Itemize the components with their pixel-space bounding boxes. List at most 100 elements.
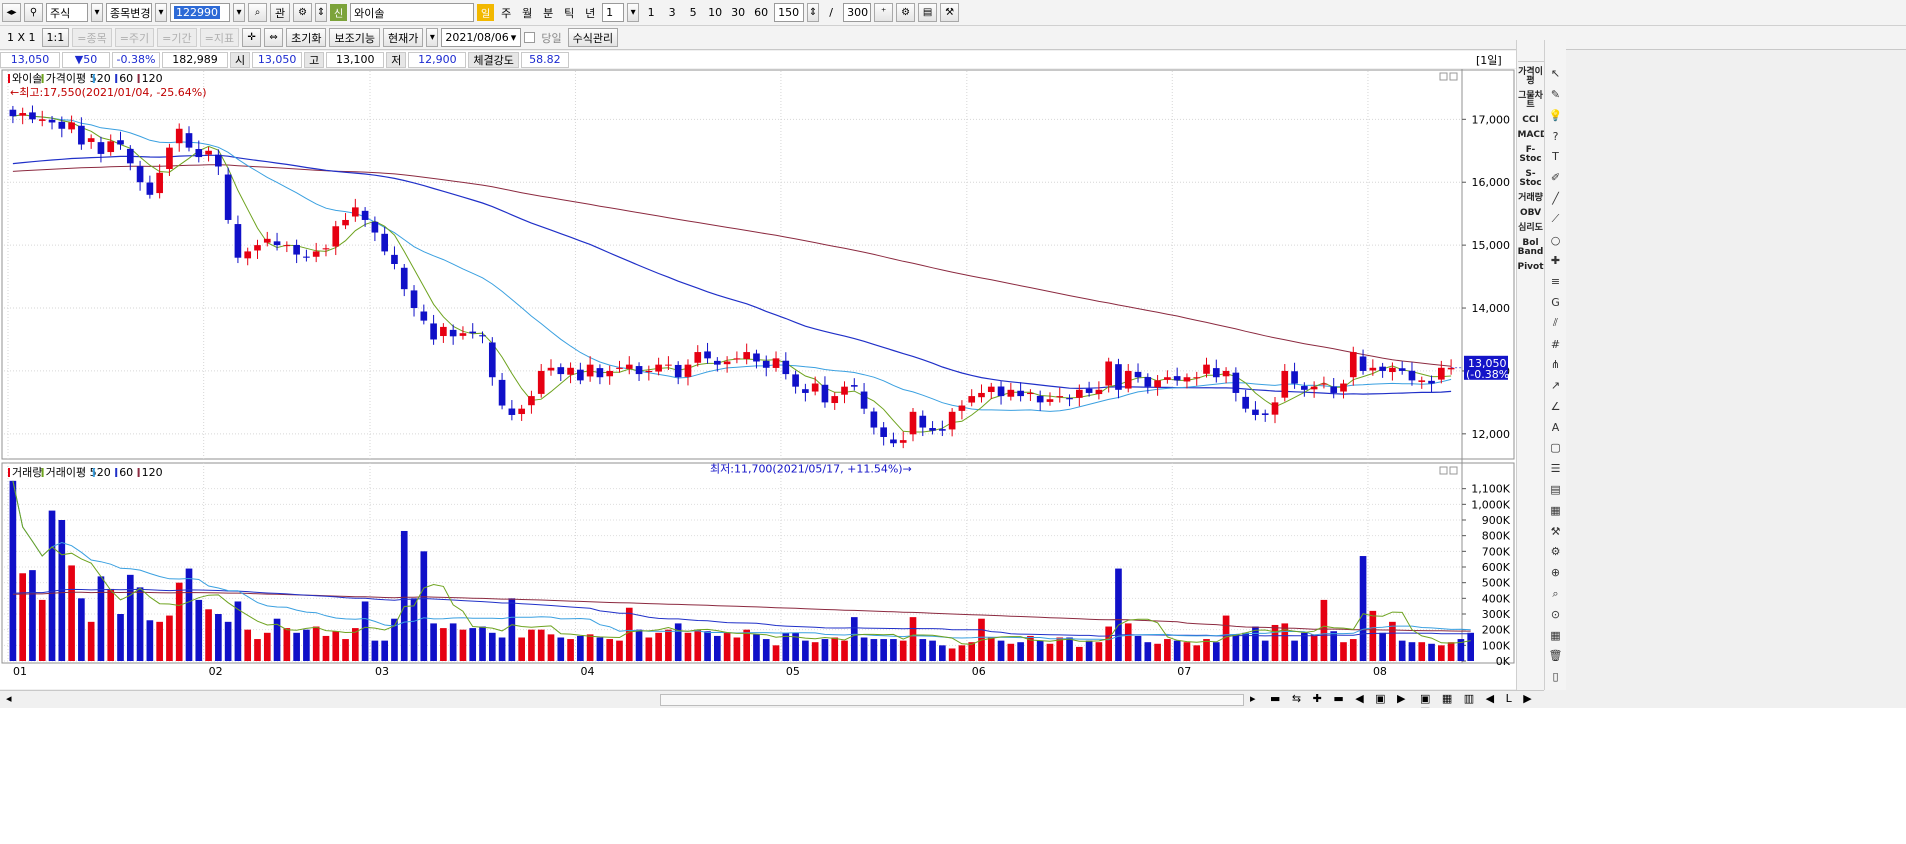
chevron-down-icon[interactable]: ▾ bbox=[426, 28, 439, 47]
fibo-icon[interactable]: ≡ bbox=[1548, 274, 1564, 289]
same-day-checkbox[interactable] bbox=[524, 32, 536, 43]
indicator-item[interactable]: MACD bbox=[1518, 131, 1548, 140]
indicator-item[interactable]: 거래량 bbox=[1518, 194, 1544, 203]
channel-icon[interactable]: ⫽ bbox=[1548, 316, 1564, 331]
sync-stock-button[interactable]: =종목 bbox=[72, 28, 112, 47]
gear-icon[interactable]: ⚙ bbox=[293, 3, 313, 22]
chevron-down-icon[interactable]: ▾ bbox=[627, 3, 640, 22]
crosshair-icon[interactable]: ✛ bbox=[242, 28, 262, 47]
code-input[interactable]: 122990 bbox=[170, 3, 230, 22]
minute-60[interactable]: 60 bbox=[751, 3, 771, 22]
volume-bar bbox=[997, 640, 1005, 661]
indicator-item[interactable]: 그물차트 bbox=[1518, 92, 1544, 110]
magnify-icon[interactable]: ⊙ bbox=[1548, 607, 1564, 622]
candle-body bbox=[215, 154, 222, 167]
print-icon[interactable]: ▤ bbox=[918, 3, 938, 22]
settings-icon[interactable]: ⚙ bbox=[1548, 544, 1564, 559]
formula-button[interactable]: 수식관리 bbox=[567, 28, 619, 47]
indicator-item[interactable]: 가격이평 bbox=[1518, 68, 1544, 86]
date-input[interactable]: 2021/08/06 ▾ bbox=[441, 28, 522, 47]
auto-icon[interactable]: A bbox=[1548, 420, 1564, 435]
minute-1[interactable]: 1 bbox=[642, 3, 660, 22]
mode-select[interactable]: 종목변경 bbox=[106, 3, 152, 22]
reset-button[interactable]: 초기화 bbox=[286, 28, 327, 47]
layout-button[interactable]: 1:1 bbox=[41, 28, 70, 47]
expand-icon[interactable]: ⇔ bbox=[264, 28, 284, 47]
updown-icon[interactable]: ⇕ bbox=[315, 3, 328, 22]
minute-10[interactable]: 10 bbox=[705, 3, 725, 22]
grid-icon[interactable]: # bbox=[1548, 336, 1564, 351]
scroll-bar[interactable]: ◂ ▸ ▬ ⇆ ✚ ▬ ◀ ▣ ▶ ▣ ▦ ▥ ◀ L ▶ ▣ bbox=[0, 690, 1544, 718]
stock-name-field[interactable]: 와이솔 bbox=[350, 3, 475, 22]
period-month[interactable]: 월 bbox=[518, 3, 536, 22]
nav-arrows-icon[interactable]: ◂▸ bbox=[2, 3, 21, 22]
chart-icon[interactable]: ▤ bbox=[1548, 482, 1564, 497]
scroll-thumb[interactable] bbox=[660, 694, 1244, 706]
aux-button[interactable]: 보조기능 bbox=[329, 28, 380, 47]
angle-icon[interactable]: ∠ bbox=[1548, 399, 1564, 414]
period-week[interactable]: 주 bbox=[497, 3, 515, 22]
add-icon[interactable]: ⁺ bbox=[874, 3, 894, 22]
table-icon[interactable]: ▦ bbox=[1548, 503, 1564, 518]
lock-icon[interactable]: ⚲ bbox=[24, 3, 43, 22]
price-type-select[interactable]: 현재가 bbox=[382, 28, 424, 47]
tools-icon[interactable]: ⚒ bbox=[940, 3, 960, 22]
gwan-button[interactable]: 관 bbox=[270, 3, 291, 22]
zoom-controls[interactable]: ▬ ⇆ ✚ ▬ ◀ ▣ ▶ bbox=[1270, 692, 1410, 705]
market-select[interactable]: 주식 bbox=[46, 3, 88, 22]
total-input[interactable]: 300 bbox=[843, 3, 872, 22]
spin-icon[interactable]: ⇕ bbox=[807, 3, 820, 22]
chevron-down-icon[interactable]: ▾ bbox=[155, 3, 167, 22]
layout-label[interactable]: 1 X 1 bbox=[4, 28, 39, 47]
indicator-item[interactable]: F-Stoc bbox=[1518, 146, 1544, 164]
cross-icon[interactable]: ✚ bbox=[1548, 253, 1564, 268]
minute-3[interactable]: 3 bbox=[663, 3, 681, 22]
scroll-left-icon[interactable]: ◂ bbox=[6, 692, 12, 705]
mobile-icon[interactable]: ▯ bbox=[1548, 669, 1564, 684]
arrow-icon[interactable]: ↗ bbox=[1548, 378, 1564, 393]
list-icon[interactable]: ☰ bbox=[1548, 461, 1564, 476]
minute-5[interactable]: 5 bbox=[684, 3, 702, 22]
scroll-right-icon[interactable]: ▸ bbox=[1250, 692, 1256, 705]
minute-30[interactable]: 30 bbox=[728, 3, 748, 22]
sync-indicator-button[interactable]: =지표 bbox=[199, 28, 240, 47]
indicator-item[interactable]: OBV bbox=[1518, 209, 1544, 218]
circle-icon[interactable]: ○ bbox=[1548, 232, 1564, 247]
search-icon[interactable]: ⌕ bbox=[248, 3, 267, 22]
indicator-item[interactable]: CCI bbox=[1518, 116, 1544, 125]
indicator-item[interactable]: Pivot bbox=[1518, 263, 1544, 272]
zoom-icon[interactable]: ⊕ bbox=[1548, 565, 1564, 580]
cursor-icon[interactable]: ↖ bbox=[1548, 66, 1564, 81]
window-icon[interactable]: ▢ bbox=[1548, 440, 1564, 455]
trendline-icon[interactable]: ╱ bbox=[1548, 191, 1564, 206]
unit-input[interactable]: 1 bbox=[602, 3, 625, 22]
chevron-down-icon[interactable]: ▾ bbox=[91, 3, 103, 22]
brush-icon[interactable]: ✐ bbox=[1548, 170, 1564, 185]
gann-icon[interactable]: G bbox=[1548, 295, 1564, 310]
period-year[interactable]: 년 bbox=[581, 3, 599, 22]
calendar-icon[interactable]: ▦ bbox=[1548, 628, 1564, 643]
search-icon[interactable]: ⌕ bbox=[1548, 586, 1564, 601]
trash-icon[interactable]: 🗑 bbox=[1548, 648, 1564, 663]
question-icon[interactable]: ? bbox=[1548, 128, 1564, 143]
sync-period-button[interactable]: =주기 bbox=[114, 28, 155, 47]
lightbulb-icon[interactable]: 💡 bbox=[1548, 108, 1564, 123]
settings-icon[interactable]: ⚙ bbox=[896, 3, 916, 22]
sidebar-tab[interactable] bbox=[1517, 44, 1544, 62]
andrews-icon[interactable]: ⋔ bbox=[1548, 357, 1564, 372]
period-tick[interactable]: 틱 bbox=[560, 3, 578, 22]
chevron-down-icon[interactable]: ▾ bbox=[233, 3, 245, 22]
sync-range-button[interactable]: =기간 bbox=[157, 28, 197, 47]
diagonal-icon[interactable]: ⟋ bbox=[1548, 212, 1564, 227]
day-badge[interactable]: 일 bbox=[477, 4, 495, 21]
eraser-icon[interactable]: ✎ bbox=[1548, 87, 1564, 102]
indicator-item[interactable]: Bol Band bbox=[1518, 239, 1544, 257]
indicator-item[interactable]: S-Stoc bbox=[1518, 170, 1544, 188]
month-label: 07 bbox=[1177, 665, 1191, 678]
period-minute[interactable]: 분 bbox=[539, 3, 557, 22]
wrench-icon[interactable]: ⚒ bbox=[1548, 524, 1564, 539]
indicator-item[interactable]: 심리도 bbox=[1518, 224, 1544, 233]
price-volume-chart[interactable]: 010203040506070812,00013,00014,00015,000… bbox=[0, 69, 1516, 689]
text-tool-icon[interactable]: T bbox=[1548, 149, 1564, 164]
count-input[interactable]: 150 bbox=[774, 3, 805, 22]
